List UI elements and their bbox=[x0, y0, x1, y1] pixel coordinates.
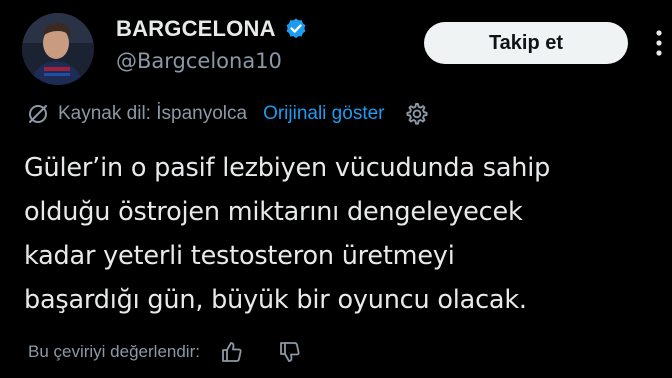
tweet-text-line: başardığı gün, büyük bir oyuncu olacak. bbox=[24, 285, 527, 315]
translate-icon bbox=[26, 102, 50, 126]
verified-badge-icon bbox=[284, 17, 308, 41]
author-display-name[interactable]: BARGCELONA bbox=[116, 16, 276, 42]
translation-bar: Kaynak dil: İspanyolca Orijinali göster bbox=[26, 101, 429, 127]
tweet-text: Güler’in o pasif lezbiyen vücudunda sahi… bbox=[24, 146, 654, 322]
more-vertical-icon[interactable] bbox=[648, 26, 670, 60]
tweet-text-line: kadar yeterli testosteron üretmeyi bbox=[24, 241, 455, 271]
author-handle[interactable]: @Bargcelona10 bbox=[116, 49, 282, 73]
tweet-text-line: Güler’in o pasif lezbiyen vücudunda sahi… bbox=[24, 153, 551, 183]
follow-button[interactable]: Takip et bbox=[424, 22, 628, 64]
source-language-label: Kaynak dil: İspanyolca bbox=[58, 103, 248, 124]
tweet-text-line: olduğu östrojen miktarını dengeleyecek bbox=[24, 197, 523, 227]
thumbs-up-icon[interactable] bbox=[220, 340, 244, 364]
thumbs-down-icon[interactable] bbox=[278, 340, 302, 364]
show-original-link[interactable]: Orijinali göster bbox=[263, 103, 384, 125]
author-name-row: BARGCELONA bbox=[116, 16, 308, 42]
avatar[interactable] bbox=[22, 13, 94, 85]
rate-translation-label: Bu çeviriyi değerlendir: bbox=[28, 342, 200, 361]
avatar-image bbox=[22, 13, 94, 85]
rate-translation-row: Bu çeviriyi değerlendir: bbox=[28, 340, 302, 364]
gear-icon[interactable] bbox=[403, 101, 429, 127]
